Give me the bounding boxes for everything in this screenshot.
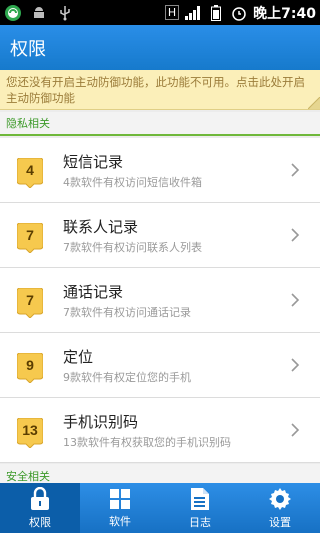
chevron-right-icon <box>291 228 300 242</box>
clock: 晚上7:40 <box>253 5 316 22</box>
item-title: 通话记录 <box>63 283 124 301</box>
badge-count: 7 <box>26 227 34 243</box>
count-badge: 7 <box>17 223 43 253</box>
tab-label: 设置 <box>269 515 291 529</box>
battery-icon <box>207 4 225 22</box>
alarm-icon <box>230 4 248 22</box>
tab-label: 软件 <box>109 514 131 528</box>
usb-icon <box>56 4 74 22</box>
bottom-nav: 权限 软件 日志 设置 <box>0 483 320 533</box>
item-title: 联系人记录 <box>63 218 139 236</box>
permission-list: 4 短信记录 4款软件有权访问短信收件箱 7 联系人记录 7款软件有权访问联系人… <box>0 138 320 463</box>
tab-software[interactable]: 软件 <box>80 483 160 533</box>
network-type-label: H <box>164 5 180 20</box>
badge-count: 9 <box>26 357 34 373</box>
warning-text: 您还没有开启主动防御功能，此功能不可用。点击此处开启主动防御功能 <box>6 75 305 105</box>
item-subtitle: 7款软件有权访问联系人列表 <box>63 241 202 254</box>
item-subtitle: 9款软件有权定位您的手机 <box>63 371 191 384</box>
chevron-right-icon <box>291 293 300 307</box>
item-title: 短信记录 <box>63 153 124 171</box>
page-title: 权限 <box>10 38 46 60</box>
corner-fold-icon <box>308 97 320 109</box>
badge-count: 13 <box>22 422 38 438</box>
signal-icon <box>184 4 202 22</box>
android-icon <box>30 4 48 22</box>
chevron-right-icon <box>291 423 300 437</box>
chevron-right-icon <box>291 163 300 177</box>
count-badge: 7 <box>17 288 43 318</box>
tab-label: 权限 <box>29 515 51 529</box>
badge-count: 4 <box>26 162 34 178</box>
gear-icon <box>269 487 291 510</box>
section-title: 安全相关 <box>6 470 50 483</box>
document-icon <box>191 487 209 510</box>
title-bar: 权限 <box>0 25 320 70</box>
lock-icon <box>31 486 49 510</box>
tab-settings[interactable]: 设置 <box>240 483 320 533</box>
count-badge: 9 <box>17 353 43 383</box>
item-subtitle: 13款软件有权获取您的手机识别码 <box>63 436 231 449</box>
permission-item-sms[interactable]: 4 短信记录 4款软件有权访问短信收件箱 <box>0 138 320 203</box>
section-header-privacy: 隐私相关 <box>0 112 320 136</box>
grid-icon <box>110 488 130 509</box>
status-bar: H 晚上7:40 <box>0 0 320 25</box>
defense-warning-banner[interactable]: 您还没有开启主动防御功能，此功能不可用。点击此处开启主动防御功能 <box>0 70 320 110</box>
item-title: 定位 <box>63 348 94 366</box>
permission-item-device-id[interactable]: 13 手机识别码 13款软件有权获取您的手机识别码 <box>0 398 320 463</box>
security-app-icon <box>4 4 22 22</box>
tab-permissions[interactable]: 权限 <box>0 483 80 533</box>
chevron-right-icon <box>291 358 300 372</box>
badge-count: 7 <box>26 292 34 308</box>
section-title: 隐私相关 <box>6 117 50 130</box>
permission-item-calls[interactable]: 7 通话记录 7款软件有权访问通话记录 <box>0 268 320 333</box>
item-subtitle: 7款软件有权访问通话记录 <box>63 306 191 319</box>
count-badge: 4 <box>17 158 43 188</box>
item-subtitle: 4款软件有权访问短信收件箱 <box>63 176 202 189</box>
permission-item-contacts[interactable]: 7 联系人记录 7款软件有权访问联系人列表 <box>0 203 320 268</box>
permission-item-location[interactable]: 9 定位 9款软件有权定位您的手机 <box>0 333 320 398</box>
item-title: 手机识别码 <box>63 413 139 431</box>
count-badge: 13 <box>17 418 43 448</box>
tab-log[interactable]: 日志 <box>160 483 240 533</box>
tab-label: 日志 <box>189 515 211 529</box>
